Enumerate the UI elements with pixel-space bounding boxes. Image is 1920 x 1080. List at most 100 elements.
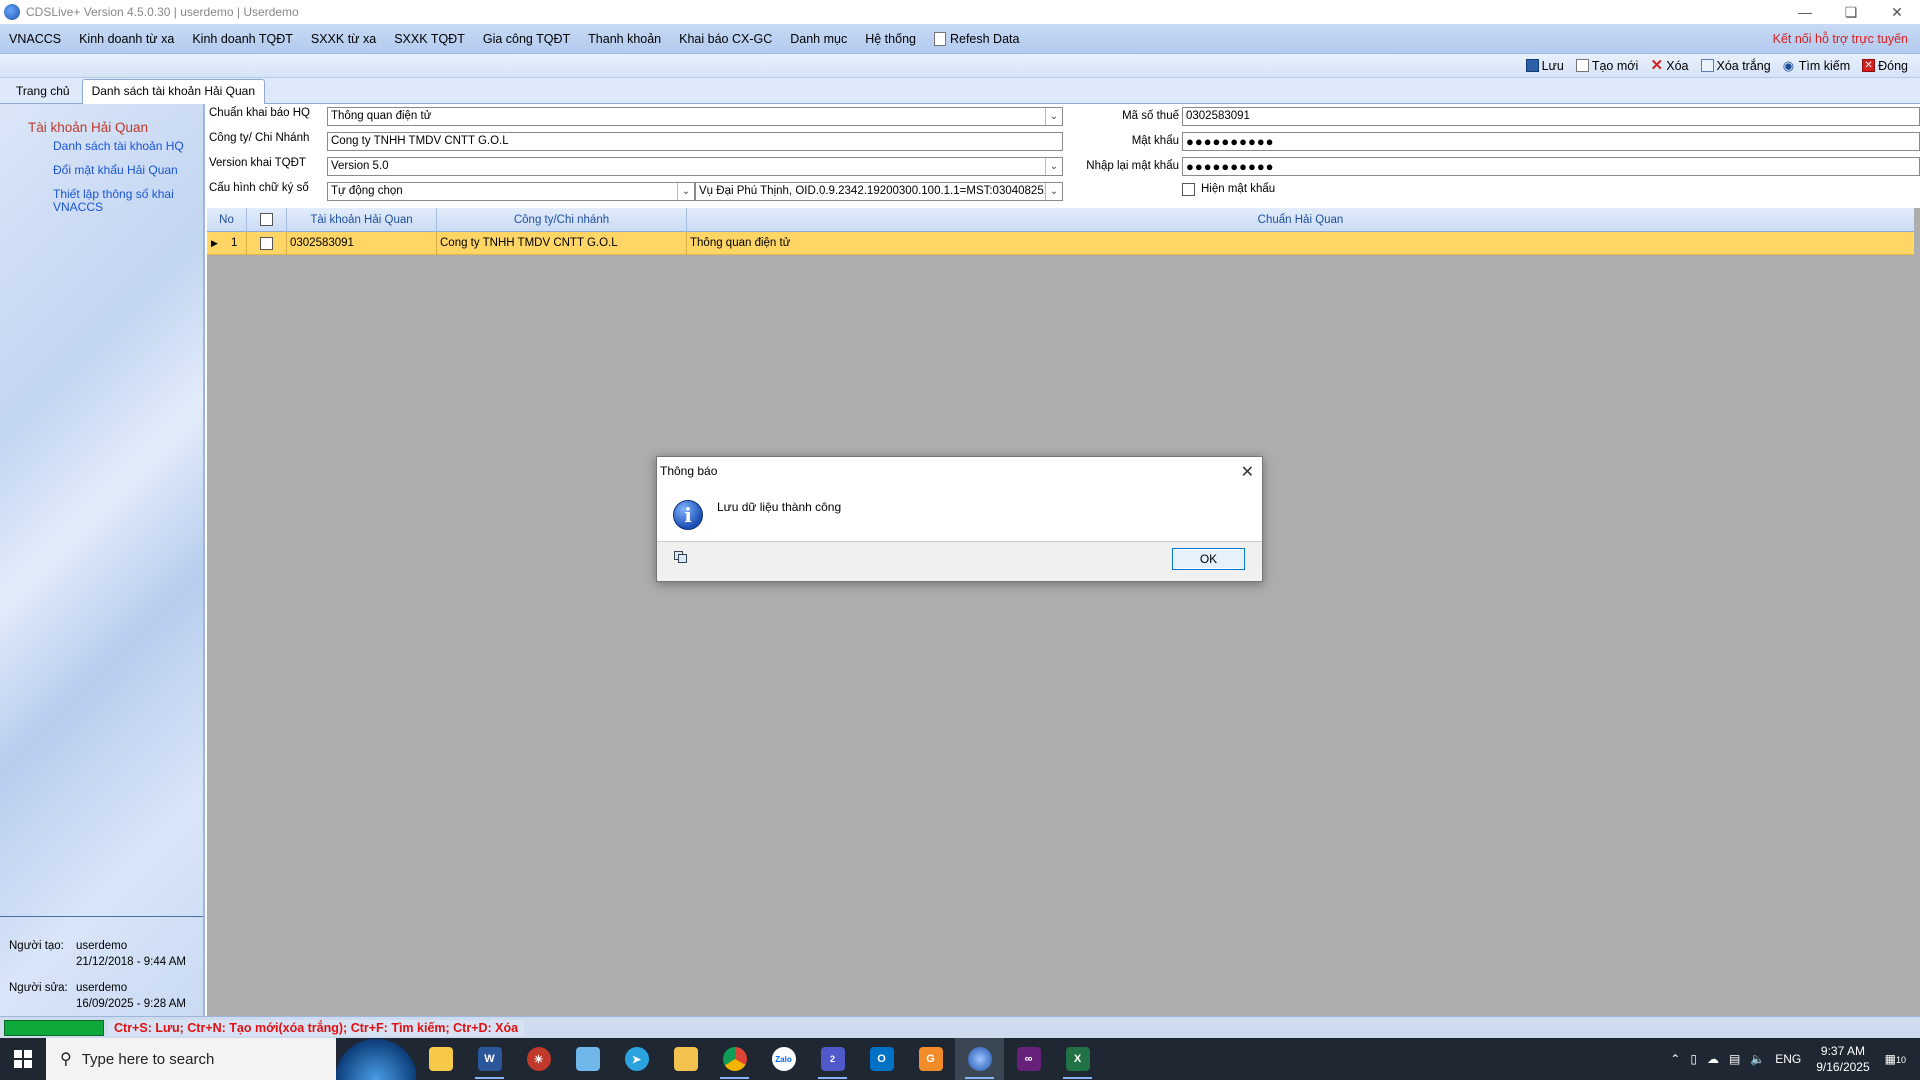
restore-button[interactable]: ❏ [1828,0,1874,24]
dialog-close-icon[interactable]: ✕ [1241,462,1254,482]
taskbar-excel[interactable]: X [1053,1038,1102,1080]
col-standard[interactable]: Chuẩn Hải Quan [687,208,1914,232]
menu-khai-bao-cx-gc[interactable]: Khai báo CX-GC [670,24,781,54]
sidebar-link-account-list[interactable]: Danh sách tài khoản HQ [53,140,184,153]
outlook-icon: O [869,1047,894,1071]
col-account[interactable]: Tài khoản Hải Quan [287,208,437,232]
clear-button[interactable]: Xóa trắng [1695,59,1777,73]
mst-field[interactable]: 0302583091 [1182,107,1920,126]
delete-x-icon: ✕ [1650,57,1664,74]
search-icon: ⚲ [60,1051,72,1068]
taskbar-orange-app[interactable]: G [906,1038,955,1080]
password-field[interactable]: ●●●●●●●●●● [1182,132,1920,151]
close-window-button[interactable]: ✕ [1874,0,1920,24]
globe-icon[interactable] [336,1038,416,1080]
close-form-button[interactable]: ✕ Đóng [1856,59,1914,73]
search-button[interactable]: ◉ Tìm kiếm [1777,59,1856,73]
chevron-down-icon[interactable]: ⌄ [1045,183,1062,200]
notification-center-icon[interactable]: ▦10 [1880,1052,1920,1066]
row-standard: Thông quan điện tử [690,237,791,249]
tray-cloud-icon[interactable]: ☁ [1702,1052,1724,1066]
menu-he-thong[interactable]: Hệ thống [856,24,925,54]
account-form: Chuẩn khai báo HQ Thông quan điện tử ⌄ Cô… [207,104,1920,208]
table-row[interactable]: ▶ 1 0302583091 Cong ty TNHH TMDV CNTT G.O… [207,232,1914,255]
support-link[interactable]: Kết nối hỗ trợ trực tuyến [1773,32,1908,46]
ok-button[interactable]: OK [1172,548,1245,570]
taskbar-sticky-notes[interactable] [416,1038,465,1080]
taskbar-cdslive[interactable] [955,1038,1004,1080]
tray-device-icon[interactable]: ▯ [1685,1052,1702,1066]
delete-button[interactable]: ✕ Xóa [1644,57,1694,74]
taskbar-word[interactable]: W [465,1038,514,1080]
copy-icon[interactable] [674,551,688,563]
menu-danh-muc[interactable]: Danh mục [781,24,856,54]
pw-label: Mật khẩu [1131,135,1179,147]
tab-customs-accounts[interactable]: Danh sách tài khoản Hải Quan [81,79,266,104]
tray-chevron-up-icon[interactable]: ⌃ [1665,1052,1685,1066]
tray-language[interactable]: ENG [1770,1052,1806,1066]
start-button[interactable] [0,1038,46,1080]
row-checkbox[interactable] [260,237,273,250]
chrome-icon [722,1047,747,1071]
refresh-icon [933,31,946,46]
refresh-data-button[interactable]: Refesh Data [925,24,1028,54]
clock-date: 9/16/2025 [1816,1060,1870,1074]
taskbar-outlook[interactable]: O [857,1038,906,1080]
taskbar-chrome[interactable] [710,1038,759,1080]
password-confirm-field[interactable]: ●●●●●●●●●● [1182,157,1920,176]
accounts-grid: No Tài khoản Hải Quan Công ty/Chi nhánh … [207,208,1914,1016]
version-label: Version khai TQĐT [209,157,306,169]
tray-volume-icon[interactable]: 🔈 [1745,1052,1770,1066]
title-bar: CDSLive+ Version 4.5.0.30 | userdemo | U… [0,0,1920,24]
tray-network-icon[interactable]: ▤ [1724,1052,1745,1066]
chuky-value: Tự động chọn [331,185,403,197]
col-no[interactable]: No [207,208,247,232]
col-company[interactable]: Công ty/Chi nhánh [437,208,687,232]
menu-kinh-doanh-tu-xa[interactable]: Kinh doanh từ xa [70,24,183,54]
row-account: 0302583091 [287,232,437,255]
taskbar-sun-app[interactable]: ☀ [514,1038,563,1080]
taskbar-teams[interactable]: 2 [808,1038,857,1080]
dialog-title: Thông báo [657,457,1262,486]
teams-icon: 2 [820,1047,845,1071]
col-select[interactable] [247,208,287,232]
menu-vnaccs[interactable]: VNACCS [0,24,70,54]
menu-thanh-khoan[interactable]: Thanh khoản [579,24,670,54]
taskbar: ⚲ Type here to search W ☀ ➤ Zalo 2 O G ∞ … [0,1038,1920,1080]
taskbar-zalo[interactable]: Zalo [759,1038,808,1080]
pw2-value: ●●●●●●●●●● [1186,159,1275,174]
cty-field[interactable]: Cong ty TNHH TMDV CNTT G.O.L [327,132,1063,151]
select-all-checkbox[interactable] [260,213,273,226]
save-label: Lưu [1541,58,1564,73]
new-button[interactable]: Tạo mới [1570,59,1644,73]
cert-combo[interactable]: Vụ Đại Phú Thịnh, OID.0.9.2342.19200300.… [695,182,1063,201]
sidebar-link-change-password[interactable]: Đổi mật khẩu Hải Quan [53,164,178,177]
menu-kinh-doanh-tqdt[interactable]: Kinh doanh TQĐT [183,24,302,54]
close-label: Đóng [1878,58,1908,73]
taskbar-explorer[interactable] [661,1038,710,1080]
delete-label: Xóa [1666,58,1689,73]
menu-gia-cong-tqdt[interactable]: Gia công TQĐT [474,24,579,54]
chuan-value: Thông quan điện tử [331,110,432,122]
menu-sxxk-tu-xa[interactable]: SXXK từ xa [302,24,385,54]
sidebar-link-settings-cont[interactable]: VNACCS [53,201,103,214]
taskbar-notepad[interactable] [563,1038,612,1080]
taskbar-vs[interactable]: ∞ [1004,1038,1053,1080]
menu-sxxk-tqdt[interactable]: SXXK TQĐT [385,24,474,54]
minimize-button[interactable]: — [1782,0,1828,24]
chuan-combo[interactable]: Thông quan điện tử ⌄ [327,107,1063,126]
taskbar-search[interactable]: ⚲ Type here to search [46,1038,336,1080]
editor-name: userdemo [76,982,128,994]
chuky-combo[interactable]: Tự động chọn ⌄ [327,182,695,201]
chevron-down-icon[interactable]: ⌄ [1045,108,1062,125]
window-title: CDSLive+ Version 4.5.0.30 | userdemo | U… [26,5,299,19]
save-button[interactable]: Lưu [1520,59,1570,73]
tray-clock[interactable]: 9:37 AM 9/16/2025 [1806,1043,1879,1075]
version-combo[interactable]: Version 5.0 ⌄ [327,157,1063,176]
taskbar-search-placeholder: Type here to search [81,1050,215,1068]
show-password-checkbox[interactable] [1182,183,1195,196]
chevron-down-icon[interactable]: ⌄ [677,183,694,200]
taskbar-telegram[interactable]: ➤ [612,1038,661,1080]
tab-home[interactable]: Trang chủ [6,79,80,103]
menu-bar: VNACCS Kinh doanh từ xa Kinh doanh TQĐT … [0,24,1920,54]
